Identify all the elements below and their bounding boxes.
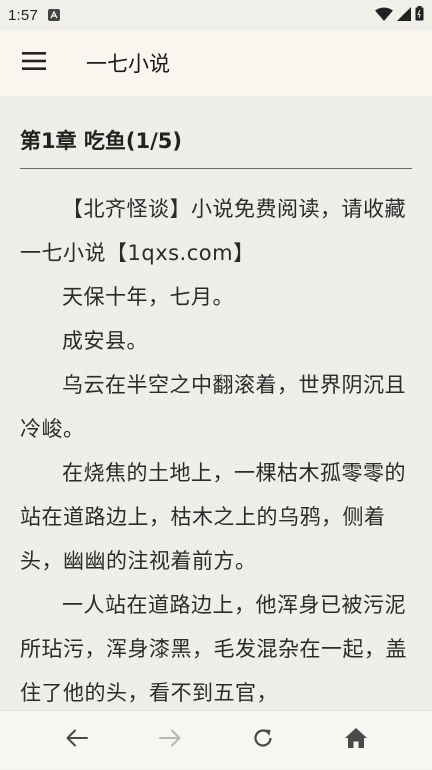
home-button[interactable] <box>326 711 386 770</box>
paragraph: 【北齐怪谈】小说免费阅读，请收藏 一七小说【1qxs.com】 <box>20 197 428 265</box>
notification-icon <box>48 9 60 21</box>
paragraph: 成安县。 <box>62 329 148 353</box>
chapter-title: 第1章 吃鱼(1/5) <box>20 129 183 153</box>
arrow-right-icon <box>158 729 181 751</box>
menu-button[interactable] <box>0 30 68 96</box>
paragraph: 乌云在半空之中翻滚着，世界阴沉且冷峻。 <box>20 373 406 441</box>
title-divider <box>20 168 412 169</box>
wifi-icon <box>375 6 393 25</box>
status-right <box>375 5 424 25</box>
status-left: 1:57 <box>8 7 60 24</box>
back-button[interactable] <box>47 711 107 770</box>
refresh-button[interactable] <box>233 711 293 770</box>
arrow-left-icon <box>66 729 88 751</box>
paragraph: 一人站在道路边上，他浑身已被污泥所玷污，浑身漆黑，毛发混杂在一起，盖住了他的头，… <box>20 593 407 705</box>
paragraph: 在烧焦的土地上，一棵枯木孤零零的站在道路边上，枯木之上的乌鸦，侧着头，幽幽的注视… <box>20 461 406 573</box>
refresh-icon <box>252 727 274 753</box>
bottom-nav <box>0 710 432 769</box>
status-bar: 1:57 <box>0 0 432 30</box>
app-title: 一七小说 <box>86 52 170 76</box>
home-icon <box>344 727 368 753</box>
forward-button[interactable] <box>140 711 200 770</box>
reader-content[interactable]: 第1章 吃鱼(1/5) 【北齐怪谈】小说免费阅读，请收藏 一七小说【1qxs.c… <box>0 96 432 710</box>
signal-icon <box>397 6 411 25</box>
paragraph: 天保十年，七月。 <box>62 285 234 309</box>
app-bar: 一七小说 <box>0 30 432 96</box>
battery-icon <box>415 5 424 25</box>
chapter-body: 【北齐怪谈】小说免费阅读，请收藏 一七小说【1qxs.com】 天保十年，七月。… <box>20 187 428 710</box>
hamburger-menu-icon <box>22 51 46 75</box>
status-time: 1:57 <box>8 6 38 24</box>
